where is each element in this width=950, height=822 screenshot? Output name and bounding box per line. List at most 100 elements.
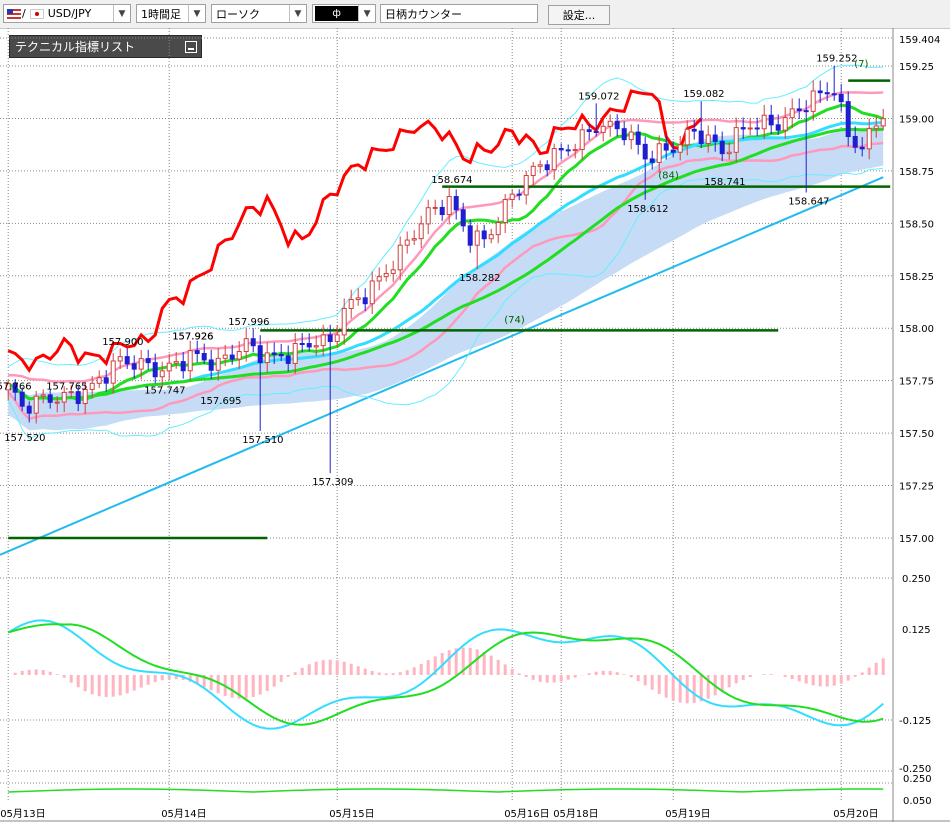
candle-body <box>215 357 221 371</box>
candle-body <box>747 127 753 130</box>
price-axis-tick-label: 157.50 <box>899 429 934 440</box>
toolbar: / USD/JPY ▼ 1時間足 ▼ ローソク ▼ ф ▼ 日柄カウンター 設定… <box>0 0 950 29</box>
candle-body <box>390 269 396 274</box>
candle-body <box>495 222 501 236</box>
candle-body <box>271 352 277 355</box>
candle-body <box>740 127 746 130</box>
candle-body <box>341 307 347 336</box>
candle-body <box>96 377 102 384</box>
candle-body <box>460 209 466 227</box>
macd-axis-tick-label: -0.125 <box>899 716 931 727</box>
chart-type-select[interactable]: ローソク ▼ <box>211 4 307 23</box>
candle-body <box>572 148 578 152</box>
candle-body <box>551 148 557 171</box>
candle-body <box>89 382 95 390</box>
price-annotation-label: 157.900 <box>102 337 143 348</box>
candle-body <box>677 144 683 153</box>
candle-body <box>194 350 200 355</box>
candle-body <box>824 92 830 95</box>
candle-body <box>26 405 32 414</box>
candle-body <box>831 93 837 96</box>
candle-body <box>180 361 186 372</box>
candle-body <box>229 354 235 360</box>
candle-body <box>250 338 256 347</box>
chevron-down-icon[interactable]: ▼ <box>289 5 306 22</box>
candle-body <box>166 362 172 372</box>
macd-line <box>7 619 884 730</box>
day-counter-label: (84) <box>658 170 679 181</box>
candle-body <box>810 90 816 112</box>
settings-button[interactable]: 設定... <box>548 5 610 25</box>
candle-body <box>446 196 452 216</box>
candle-body <box>509 193 515 200</box>
candle-body <box>516 193 522 196</box>
candle-body <box>138 358 144 370</box>
chevron-down-icon[interactable]: ▼ <box>358 5 375 22</box>
candle-body <box>712 134 718 142</box>
candle-body <box>124 356 130 365</box>
ichimoku-cloud <box>8 123 884 431</box>
candle-body <box>453 196 459 211</box>
symbol-label: USD/JPY <box>47 7 92 20</box>
period-select[interactable]: 1時間足 ▼ <box>136 4 206 23</box>
candle-body <box>110 360 116 384</box>
macd-axis-tick-label: 0.125 <box>902 625 931 636</box>
candle-body <box>75 391 81 405</box>
candle-body <box>481 230 487 240</box>
candle-body <box>299 342 305 345</box>
price-annotation-label: 158.741 <box>704 177 745 188</box>
candle-body <box>306 343 312 348</box>
chevron-down-icon[interactable]: ▼ <box>188 5 205 22</box>
price-annotation-label: 158.282 <box>459 273 500 284</box>
drawing-tool-select[interactable]: ф ▼ <box>312 4 376 23</box>
candle-body <box>397 244 403 271</box>
symbol-select[interactable]: / USD/JPY ▼ <box>3 4 131 23</box>
candle-body <box>348 299 354 309</box>
candle-body <box>187 350 193 372</box>
price-annotation-label: 157.520 <box>4 433 45 444</box>
candle-body <box>117 356 123 362</box>
candle-body <box>600 125 606 133</box>
candle-body <box>691 128 697 132</box>
lower-indicator-line <box>8 788 884 793</box>
candle-body <box>719 140 725 155</box>
price-annotation-label: 157.926 <box>172 332 213 343</box>
candle-body <box>880 118 886 127</box>
price-annotation-label: 157.766 <box>0 381 32 392</box>
candle-body <box>61 391 67 403</box>
candle-body <box>264 352 270 364</box>
price-axis-tick-label: 158.50 <box>899 219 934 230</box>
price-axis-tick-label: 159.25 <box>899 62 934 73</box>
chevron-down-icon[interactable]: ▼ <box>113 5 130 22</box>
candle-body <box>796 108 802 112</box>
candle-body <box>334 334 340 342</box>
candle-body <box>432 206 438 209</box>
day-counter-label: (74) <box>504 315 525 326</box>
candle-body <box>705 134 711 144</box>
candle-body <box>467 225 473 246</box>
day-counter-field[interactable]: 日柄カウンター <box>380 4 538 23</box>
candle-body <box>418 223 424 240</box>
candle-body <box>642 143 648 160</box>
price-axis-tick-label: 158.75 <box>899 167 934 178</box>
candle-body <box>607 120 613 127</box>
time-axis-label: 05月20日 <box>833 808 878 820</box>
candle-body <box>33 395 39 414</box>
candle-body <box>635 131 641 145</box>
jp-flag-icon <box>29 8 44 19</box>
period-label: 1時間足 <box>141 7 181 21</box>
candle-body <box>530 165 536 177</box>
candle-body <box>782 117 788 131</box>
price-annotation-label: 159.082 <box>683 89 724 100</box>
candle-body <box>362 297 368 305</box>
candle-body <box>628 131 634 141</box>
candle-body <box>54 401 60 404</box>
lower-axis-tick-label: 0.050 <box>903 796 932 807</box>
price-annotation-label: 158.674 <box>431 175 472 186</box>
candle-body <box>754 127 760 130</box>
candle-body <box>579 129 585 150</box>
candle-body <box>656 143 662 163</box>
chart-area[interactable]: 157.766 157.520 157.765 157.900 157.747 157.9… <box>0 28 950 822</box>
candle-body <box>369 280 375 305</box>
candle-body <box>243 338 249 353</box>
